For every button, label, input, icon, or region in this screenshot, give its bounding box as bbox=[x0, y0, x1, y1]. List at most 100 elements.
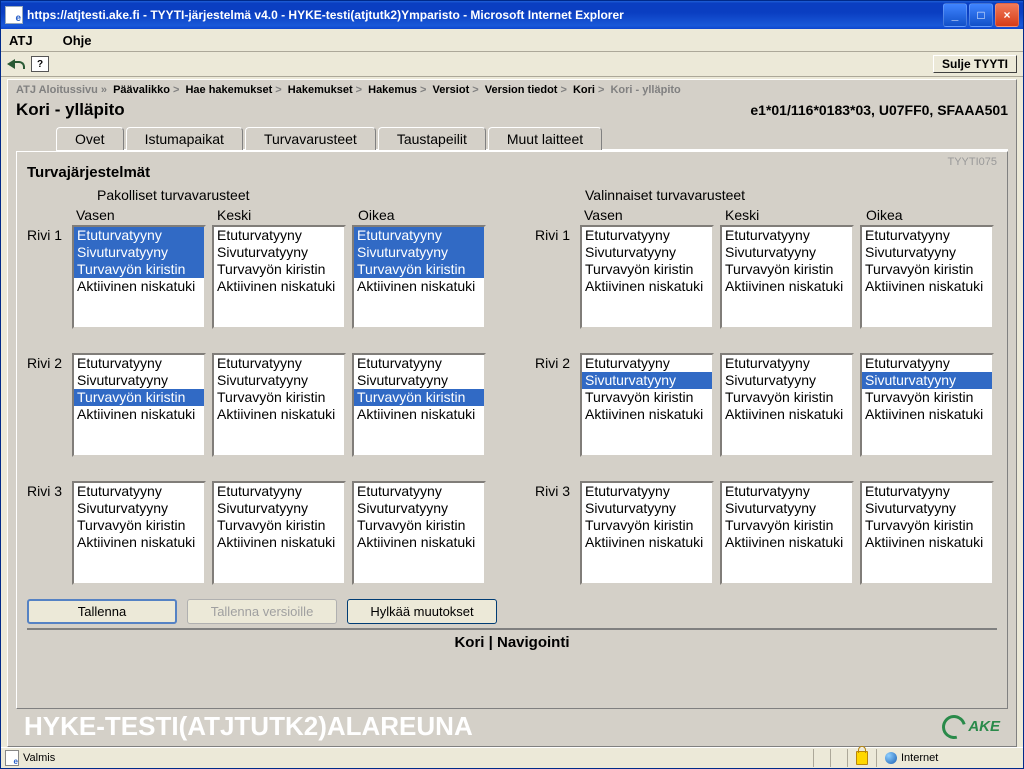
crumb[interactable]: Hakemukset bbox=[288, 84, 353, 96]
list-item[interactable]: Sivuturvatyyny bbox=[214, 372, 344, 389]
list-item[interactable]: Sivuturvatyyny bbox=[354, 372, 484, 389]
list-item[interactable]: Etuturvatyyny bbox=[582, 483, 712, 500]
close-button[interactable]: × bbox=[995, 3, 1019, 27]
tab-turvavarusteet[interactable]: Turvavarusteet bbox=[245, 127, 376, 150]
list-item[interactable]: Sivuturvatyyny bbox=[722, 500, 852, 517]
list-item[interactable]: Sivuturvatyyny bbox=[214, 500, 344, 517]
list-item[interactable]: Aktiivinen niskatuki bbox=[582, 534, 712, 551]
list-item[interactable]: Etuturvatyyny bbox=[214, 355, 344, 372]
list-item[interactable]: Sivuturvatyyny bbox=[354, 244, 484, 261]
tab-taustapeilit[interactable]: Taustapeilit bbox=[378, 127, 486, 150]
list-item[interactable]: Etuturvatyyny bbox=[214, 483, 344, 500]
crumb[interactable]: Versiot bbox=[433, 84, 470, 96]
list-item[interactable]: Aktiivinen niskatuki bbox=[74, 278, 204, 295]
list-item[interactable]: Etuturvatyyny bbox=[354, 227, 484, 244]
list-item[interactable]: Aktiivinen niskatuki bbox=[722, 278, 852, 295]
list-item[interactable]: Sivuturvatyyny bbox=[74, 372, 204, 389]
list-item[interactable]: Aktiivinen niskatuki bbox=[354, 278, 484, 295]
list-item[interactable]: Sivuturvatyyny bbox=[214, 244, 344, 261]
listbox-r1-vasen-mandatory[interactable]: Etuturvatyyny Sivuturvatyyny Turvavyön k… bbox=[72, 225, 206, 329]
list-item[interactable]: Sivuturvatyyny bbox=[862, 500, 992, 517]
listbox-r3-vasen-optional[interactable]: Etuturvatyyny Sivuturvatyyny Turvavyön k… bbox=[580, 481, 714, 585]
save-button[interactable]: Tallenna bbox=[27, 599, 177, 624]
list-item[interactable]: Etuturvatyyny bbox=[862, 355, 992, 372]
discard-button[interactable]: Hylkää muutokset bbox=[347, 599, 497, 624]
listbox-r3-oikea-optional[interactable]: Etuturvatyyny Sivuturvatyyny Turvavyön k… bbox=[860, 481, 994, 585]
listbox-r3-keski-mandatory[interactable]: Etuturvatyyny Sivuturvatyyny Turvavyön k… bbox=[212, 481, 346, 585]
list-item[interactable]: Aktiivinen niskatuki bbox=[722, 534, 852, 551]
list-item[interactable]: Etuturvatyyny bbox=[354, 483, 484, 500]
list-item[interactable]: Etuturvatyyny bbox=[862, 227, 992, 244]
listbox-r3-oikea-mandatory[interactable]: Etuturvatyyny Sivuturvatyyny Turvavyön k… bbox=[352, 481, 486, 585]
list-item[interactable]: Aktiivinen niskatuki bbox=[354, 534, 484, 551]
list-item[interactable]: Turvavyön kiristin bbox=[74, 517, 204, 534]
list-item[interactable]: Sivuturvatyyny bbox=[862, 244, 992, 261]
list-item[interactable]: Sivuturvatyyny bbox=[354, 500, 484, 517]
list-item[interactable]: Turvavyön kiristin bbox=[722, 261, 852, 278]
list-item[interactable]: Turvavyön kiristin bbox=[722, 517, 852, 534]
menu-ohje[interactable]: Ohje bbox=[63, 33, 92, 48]
list-item[interactable]: Turvavyön kiristin bbox=[582, 261, 712, 278]
list-item[interactable]: Turvavyön kiristin bbox=[582, 517, 712, 534]
listbox-r1-vasen-optional[interactable]: Etuturvatyyny Sivuturvatyyny Turvavyön k… bbox=[580, 225, 714, 329]
list-item[interactable]: Turvavyön kiristin bbox=[354, 261, 484, 278]
list-item[interactable]: Aktiivinen niskatuki bbox=[74, 406, 204, 423]
list-item[interactable]: Turvavyön kiristin bbox=[214, 517, 344, 534]
listbox-r2-oikea-mandatory[interactable]: Etuturvatyyny Sivuturvatyyny Turvavyön k… bbox=[352, 353, 486, 457]
listbox-r1-oikea-optional[interactable]: Etuturvatyyny Sivuturvatyyny Turvavyön k… bbox=[860, 225, 994, 329]
list-item[interactable]: Etuturvatyyny bbox=[582, 227, 712, 244]
menu-atj[interactable]: ATJ bbox=[9, 33, 33, 48]
listbox-r2-keski-optional[interactable]: Etuturvatyyny Sivuturvatyyny Turvavyön k… bbox=[720, 353, 854, 457]
list-item[interactable]: Turvavyön kiristin bbox=[354, 517, 484, 534]
crumb[interactable]: Hakemus bbox=[368, 84, 417, 96]
list-item[interactable]: Etuturvatyyny bbox=[74, 227, 204, 244]
list-item[interactable]: Turvavyön kiristin bbox=[862, 261, 992, 278]
tab-ovet[interactable]: Ovet bbox=[56, 127, 124, 150]
list-item[interactable]: Aktiivinen niskatuki bbox=[214, 406, 344, 423]
list-item[interactable]: Aktiivinen niskatuki bbox=[214, 534, 344, 551]
list-item[interactable]: Turvavyön kiristin bbox=[722, 389, 852, 406]
list-item[interactable]: Aktiivinen niskatuki bbox=[582, 406, 712, 423]
list-item[interactable]: Turvavyön kiristin bbox=[74, 261, 204, 278]
list-item[interactable]: Aktiivinen niskatuki bbox=[582, 278, 712, 295]
list-item[interactable]: Aktiivinen niskatuki bbox=[214, 278, 344, 295]
back-icon[interactable] bbox=[7, 56, 25, 72]
list-item[interactable]: Etuturvatyyny bbox=[722, 355, 852, 372]
list-item[interactable]: Etuturvatyyny bbox=[74, 483, 204, 500]
listbox-r1-keski-optional[interactable]: Etuturvatyyny Sivuturvatyyny Turvavyön k… bbox=[720, 225, 854, 329]
list-item[interactable]: Etuturvatyyny bbox=[722, 483, 852, 500]
list-item[interactable]: Aktiivinen niskatuki bbox=[862, 278, 992, 295]
listbox-r3-keski-optional[interactable]: Etuturvatyyny Sivuturvatyyny Turvavyön k… bbox=[720, 481, 854, 585]
list-item[interactable]: Sivuturvatyyny bbox=[582, 500, 712, 517]
list-item[interactable]: Sivuturvatyyny bbox=[722, 372, 852, 389]
list-item[interactable]: Sivuturvatyyny bbox=[74, 244, 204, 261]
list-item[interactable]: Sivuturvatyyny bbox=[722, 244, 852, 261]
list-item[interactable]: Etuturvatyyny bbox=[354, 355, 484, 372]
list-item[interactable]: Etuturvatyyny bbox=[74, 355, 204, 372]
list-item[interactable]: Turvavyön kiristin bbox=[74, 389, 204, 406]
listbox-r3-vasen-mandatory[interactable]: Etuturvatyyny Sivuturvatyyny Turvavyön k… bbox=[72, 481, 206, 585]
list-item[interactable]: Turvavyön kiristin bbox=[582, 389, 712, 406]
list-item[interactable]: Aktiivinen niskatuki bbox=[722, 406, 852, 423]
listbox-r2-vasen-optional[interactable]: Etuturvatyyny Sivuturvatyyny Turvavyön k… bbox=[580, 353, 714, 457]
list-item[interactable]: Turvavyön kiristin bbox=[862, 517, 992, 534]
list-item[interactable]: Aktiivinen niskatuki bbox=[354, 406, 484, 423]
list-item[interactable]: Etuturvatyyny bbox=[214, 227, 344, 244]
list-item[interactable]: Etuturvatyyny bbox=[722, 227, 852, 244]
crumb[interactable]: Kori bbox=[573, 84, 595, 96]
list-item[interactable]: Sivuturvatyyny bbox=[862, 372, 992, 389]
crumb[interactable]: ATJ Aloitussivu bbox=[16, 84, 98, 96]
list-item[interactable]: Turvavyön kiristin bbox=[214, 261, 344, 278]
list-item[interactable]: Turvavyön kiristin bbox=[214, 389, 344, 406]
list-item[interactable]: Sivuturvatyyny bbox=[582, 372, 712, 389]
tab-muut-laitteet[interactable]: Muut laitteet bbox=[488, 127, 602, 150]
minimize-button[interactable]: _ bbox=[943, 3, 967, 27]
close-tyyti-button[interactable]: Sulje TYYTI bbox=[933, 55, 1017, 73]
maximize-button[interactable]: □ bbox=[969, 3, 993, 27]
list-item[interactable]: Aktiivinen niskatuki bbox=[74, 534, 204, 551]
list-item[interactable]: Turvavyön kiristin bbox=[862, 389, 992, 406]
listbox-r1-oikea-mandatory[interactable]: Etuturvatyyny Sivuturvatyyny Turvavyön k… bbox=[352, 225, 486, 329]
crumb[interactable]: Hae hakemukset bbox=[185, 84, 272, 96]
list-item[interactable]: Etuturvatyyny bbox=[582, 355, 712, 372]
crumb[interactable]: Version tiedot bbox=[485, 84, 558, 96]
